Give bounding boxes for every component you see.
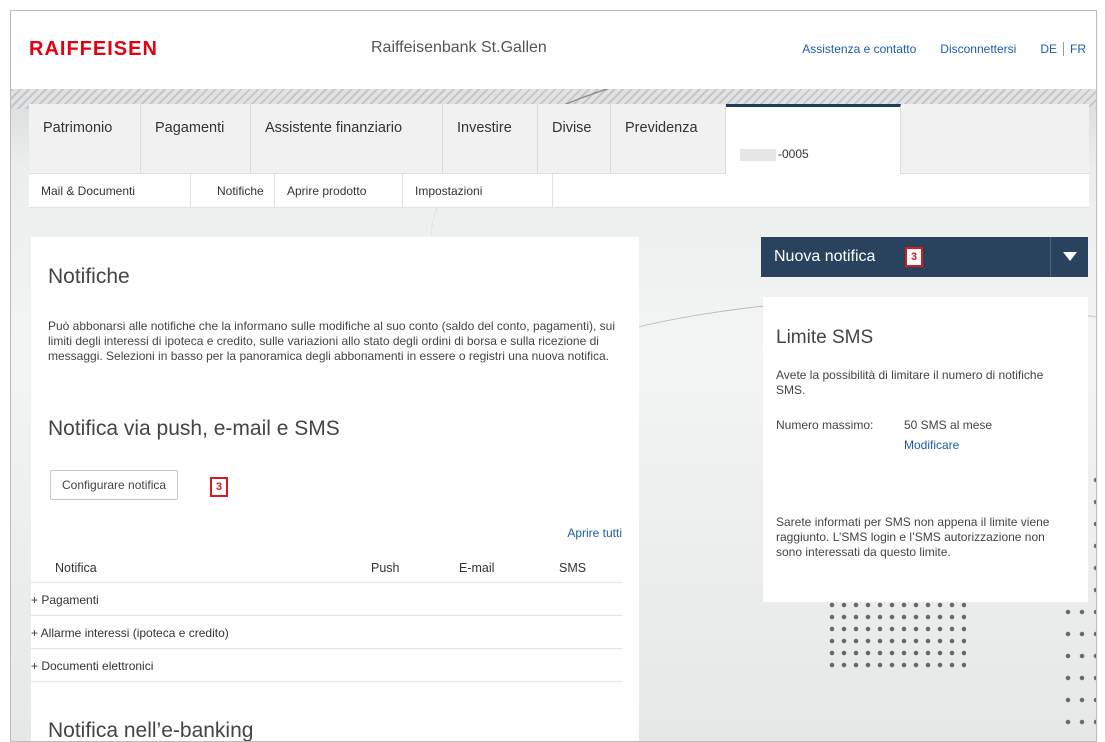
subnav-aprire-prodotto[interactable]: Aprire prodotto [275,174,403,208]
sms-limit-info: Sarete informati per SMS non appena il l… [776,515,1050,559]
configure-notification-button[interactable]: Configurare notifica [50,470,179,500]
tab-previdenza[interactable]: Previdenza [611,104,726,174]
browser-frame: RAIFFEISEN Raiffeisenbank St.Gallen Assi… [10,10,1097,742]
tab-divise[interactable]: Divise [538,104,611,174]
tab-patrimonio[interactable]: Patrimonio [29,104,141,174]
max-number-value: 50 SMS al mese [904,418,993,432]
sms-limit-description: Avete la possibilità di limitare il nume… [776,368,1044,397]
logout-link[interactable]: Disconnettersi [940,42,1016,56]
table-row[interactable]: + Pagamenti [31,583,623,616]
table-header: Notifica Push E-mail SMS [31,555,623,583]
max-number-label: Numero massimo: [776,418,874,432]
intro-text: Può abbonarsi alle notifiche che la info… [48,319,615,363]
account-suffix: -0005 [778,147,809,161]
assistance-link[interactable]: Assistenza e contatto [802,42,916,56]
top-links: Assistenza e contatto Disconnettersi DE … [778,42,1086,56]
sms-limit-card: Limite SMS Avete la possibilità di limit… [763,297,1088,602]
account-selector[interactable]: -0005 [726,104,901,174]
step-badge: 3 [905,247,923,267]
dropdown-toggle[interactable] [1050,237,1088,277]
column-push: Push [371,561,400,575]
chevron-down-icon [1063,252,1077,261]
column-email: E-mail [459,561,495,575]
language-switcher: DE FR [1040,42,1086,56]
row-label-pagamenti[interactable]: + Pagamenti [31,593,99,607]
open-all-link[interactable]: Aprire tutti [567,526,622,540]
tab-investire[interactable]: Investire [443,104,538,174]
ebanking-section-title: Notifica nell’e-banking [48,719,254,742]
new-notification-dropdown[interactable]: Nuova notifica 3 [761,237,1088,277]
site-header: RAIFFEISEN Raiffeisenbank St.Gallen Assi… [11,11,1096,89]
background-pattern [826,599,966,669]
table-row[interactable]: + Documenti elettronici [31,649,623,682]
row-label-allarme-interessi[interactable]: + Allarme interessi (ipoteca e credito) [31,626,229,640]
page-title: Notifiche [48,265,130,288]
sub-navigation: Mail & Documenti Notifiche Aprire prodot… [29,174,1089,208]
language-divider [1063,42,1064,56]
notifications-panel: Notifiche Può abbonarsi alle notifiche c… [31,237,639,742]
modify-link[interactable]: Modificare [904,438,959,452]
row-label-documenti-elettronici[interactable]: + Documenti elettronici [31,659,153,673]
column-notifica: Notifica [55,561,97,575]
language-de[interactable]: DE [1040,42,1057,56]
push-section-title: Notifica via push, e-mail e SMS [48,417,340,440]
tab-pagamenti[interactable]: Pagamenti [141,104,251,174]
raiffeisen-logo[interactable]: RAIFFEISEN [29,38,158,61]
language-fr[interactable]: FR [1070,42,1086,56]
subnav-mail-documenti[interactable]: Mail & Documenti [29,174,191,208]
masked-account-number [740,148,776,161]
column-sms: SMS [559,561,587,575]
bank-name: Raiffeisenbank St.Gallen [371,39,547,56]
table-row[interactable]: + Allarme interessi (ipoteca e credito) [31,616,623,649]
main-navigation: Patrimonio Pagamenti Assistente finanzia… [29,104,1089,174]
tab-assistente-finanziario[interactable]: Assistente finanziario [251,104,443,174]
subnav-impostazioni[interactable]: Impostazioni [403,174,553,208]
subnav-notifiche[interactable]: Notifiche [191,174,275,208]
sms-limit-title: Limite SMS [776,327,874,348]
new-notification-label: Nuova notifica [774,248,876,265]
step-badge: 3 [210,477,228,497]
